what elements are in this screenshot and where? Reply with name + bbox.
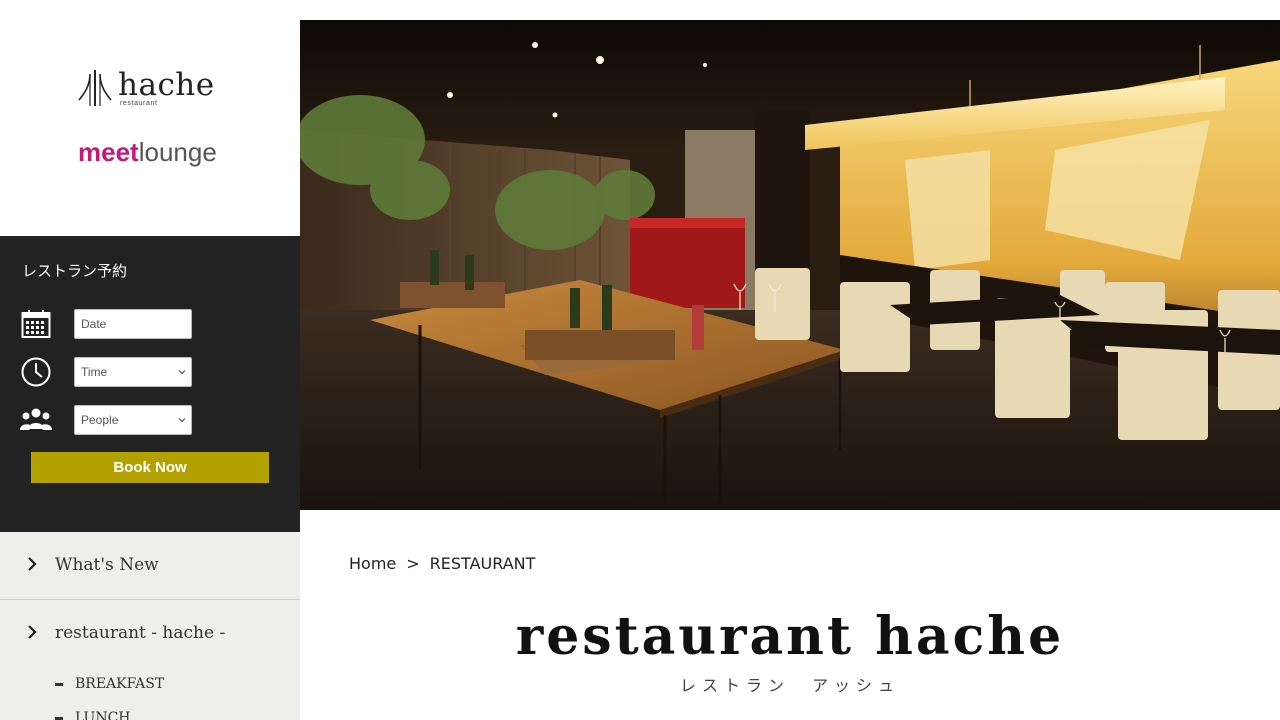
meet-logo-part: meet [78, 137, 139, 167]
time-row: Time [20, 356, 192, 388]
chevron-right-icon [28, 625, 37, 639]
meetlounge-logo[interactable]: meetlounge [78, 138, 217, 166]
sidebar-subitem-label: LUNCH [75, 710, 131, 720]
hero-image [300, 20, 1280, 510]
people-row: People [20, 404, 192, 436]
chevron-down-icon [178, 418, 186, 423]
date-row: Date [20, 308, 192, 340]
chevron-right-icon [28, 557, 37, 571]
people-select[interactable]: People [74, 405, 192, 435]
breadcrumb-current: RESTAURANT [429, 554, 536, 573]
page-subtitle: レストラン アッシュ [679, 676, 900, 695]
sidebar-item-restaurant[interactable]: restaurant - hache - [0, 600, 300, 668]
hache-logo[interactable]: hache restaurant [78, 68, 215, 108]
breadcrumb: Home > RESTAURANT [349, 554, 535, 573]
chevron-down-icon [178, 370, 186, 375]
breadcrumb-separator: > [406, 554, 420, 573]
restaurant-interior-photo [300, 20, 1280, 510]
time-value: Time [81, 365, 108, 379]
sidebar-item-label: What's New [55, 555, 159, 575]
sidebar-item-whats-new[interactable]: What's New [0, 532, 300, 600]
people-icon [20, 404, 52, 436]
dash-icon [55, 683, 63, 686]
date-placeholder: Date [81, 317, 107, 331]
lounge-logo-part: lounge [138, 137, 217, 167]
book-now-button[interactable]: Book Now [31, 452, 269, 483]
sidebar: hache restaurant meetlounge レストラン予約 Date… [0, 0, 300, 720]
date-input[interactable]: Date [74, 309, 192, 339]
people-value: People [81, 413, 119, 427]
sidebar-subitem-label: BREAKFAST [75, 676, 165, 692]
time-select[interactable]: Time [74, 357, 192, 387]
hache-logo-word: hache [118, 67, 215, 103]
hache-mark-icon [78, 70, 112, 106]
logo-area: hache restaurant meetlounge [0, 0, 300, 236]
page-title: restaurant hache [515, 606, 1065, 667]
clock-icon [20, 356, 52, 388]
breadcrumb-home-link[interactable]: Home [349, 554, 396, 573]
sidebar-item-label: restaurant - hache - [55, 623, 226, 643]
calendar-icon [20, 308, 52, 340]
reservation-title: レストラン予約 [22, 262, 128, 280]
reservation-panel: レストラン予約 Date Time People Book Now [0, 236, 300, 532]
